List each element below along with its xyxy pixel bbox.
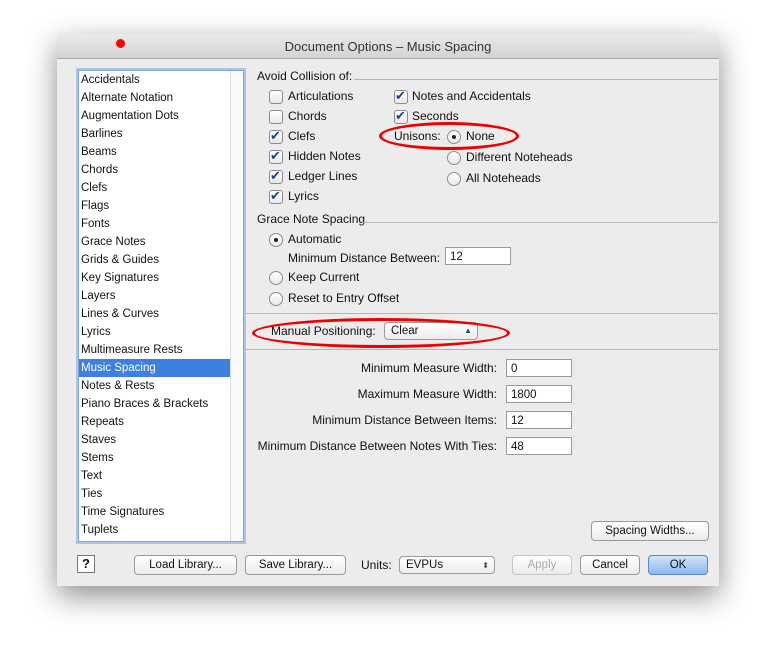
- grace-min-distance-label: Minimum Distance Between:: [288, 251, 441, 265]
- measure-field-label: Minimum Measure Width:: [360, 361, 497, 375]
- unisons-radio-all-noteheads[interactable]: [447, 172, 461, 186]
- sidebar-item[interactable]: Flags: [79, 197, 243, 215]
- checkbox-ledger-lines[interactable]: [269, 168, 283, 184]
- sidebar-item[interactable]: Ties: [79, 485, 243, 503]
- window-title: Document Options – Music Spacing: [284, 39, 492, 54]
- grace-min-distance-input[interactable]: 12: [445, 247, 511, 265]
- list-scrollbar[interactable]: [230, 71, 243, 541]
- grace-keep-current-label: Keep Current: [288, 270, 360, 284]
- sidebar-item[interactable]: Lyrics: [79, 323, 243, 341]
- ok-button[interactable]: OK: [648, 555, 708, 575]
- checkbox-label: Ledger Lines: [288, 169, 358, 183]
- checkbox-lyrics[interactable]: [269, 188, 283, 204]
- updown-arrows-icon: ⬍: [482, 561, 489, 570]
- save-library-button[interactable]: Save Library...: [245, 555, 346, 575]
- sidebar-item[interactable]: Piano Braces & Brackets: [79, 395, 243, 413]
- sidebar-item[interactable]: Grace Notes: [79, 233, 243, 251]
- sidebar-item[interactable]: Clefs: [79, 179, 243, 197]
- measure-field-label: Maximum Measure Width:: [357, 387, 497, 401]
- cancel-button[interactable]: Cancel: [580, 555, 640, 575]
- collision-heading: Avoid Collision of:: [257, 69, 353, 83]
- measure-field-input[interactable]: 1800: [506, 385, 572, 403]
- units-value: EVPUs: [406, 559, 444, 571]
- radio-label: Different Noteheads: [466, 150, 573, 164]
- document-options-window: Document Options – Music Spacing Acciden…: [57, 34, 719, 586]
- sidebar-item[interactable]: Layers: [79, 287, 243, 305]
- checkbox-hidden-notes[interactable]: [269, 148, 283, 164]
- checkbox-chords[interactable]: [269, 110, 283, 124]
- checkbox-label: Notes and Accidentals: [412, 89, 531, 103]
- sidebar-item[interactable]: Text: [79, 467, 243, 485]
- sidebar-item[interactable]: Stems: [79, 449, 243, 467]
- sidebar-item[interactable]: Music Spacing: [79, 359, 243, 377]
- annotation-oval-unisons: [379, 122, 519, 150]
- checkbox-label: Chords: [288, 109, 327, 123]
- sidebar-item[interactable]: Tuplets: [79, 521, 243, 539]
- title-bar: Document Options – Music Spacing: [57, 34, 719, 59]
- sidebar-item[interactable]: Chords: [79, 161, 243, 179]
- sidebar-item[interactable]: Multimeasure Rests: [79, 341, 243, 359]
- checkbox-label: Lyrics: [288, 189, 319, 203]
- measure-field-input[interactable]: 12: [506, 411, 572, 429]
- checkbox-label: Articulations: [288, 89, 354, 103]
- sidebar-item[interactable]: Grids & Guides: [79, 251, 243, 269]
- sidebar-item[interactable]: Notes & Rests: [79, 377, 243, 395]
- sidebar-item[interactable]: Barlines: [79, 125, 243, 143]
- radio-label: All Noteheads: [466, 171, 541, 185]
- grace-automatic-label: Automatic: [288, 232, 342, 246]
- sidebar-item[interactable]: Time Signatures: [79, 503, 243, 521]
- checkbox-label: Clefs: [288, 129, 316, 143]
- sidebar-item[interactable]: Staves: [79, 431, 243, 449]
- measure-field-input[interactable]: 0: [506, 359, 572, 377]
- grace-keep-current-radio[interactable]: [269, 271, 283, 285]
- checkbox-clefs[interactable]: [269, 128, 283, 144]
- measure-field-label: Minimum Distance Between Items:: [312, 413, 497, 427]
- load-library-button[interactable]: Load Library...: [134, 555, 237, 575]
- annotation-oval-manual-positioning: [252, 318, 510, 348]
- units-select[interactable]: EVPUs ⬍: [399, 556, 495, 574]
- sidebar-item[interactable]: Lines & Curves: [79, 305, 243, 323]
- apply-button[interactable]: Apply: [512, 555, 572, 575]
- checkbox-seconds[interactable]: [394, 108, 408, 124]
- measure-field-label: Minimum Distance Between Notes With Ties…: [257, 439, 497, 453]
- sidebar-item[interactable]: Accidentals: [79, 71, 243, 89]
- sidebar-item[interactable]: Alternate Notation: [79, 89, 243, 107]
- checkbox-label: Hidden Notes: [288, 149, 361, 163]
- checkbox-articulations[interactable]: [269, 90, 283, 104]
- grace-automatic-radio[interactable]: [269, 233, 283, 247]
- sidebar-item[interactable]: Fonts: [79, 215, 243, 233]
- units-label: Units:: [361, 558, 392, 572]
- sidebar-item[interactable]: Beams: [79, 143, 243, 161]
- grace-heading: Grace Note Spacing: [257, 212, 366, 226]
- unisons-radio-different-noteheads[interactable]: [447, 151, 461, 165]
- measure-field-input[interactable]: 48: [506, 437, 572, 455]
- grace-reset-label: Reset to Entry Offset: [288, 291, 400, 305]
- help-button[interactable]: ?: [77, 555, 95, 573]
- checkbox-notes-and-accidentals[interactable]: [394, 88, 408, 104]
- sidebar-item[interactable]: Repeats: [79, 413, 243, 431]
- sidebar-item[interactable]: Augmentation Dots: [79, 107, 243, 125]
- spacing-widths-button[interactable]: Spacing Widths...: [591, 521, 709, 541]
- grace-reset-radio[interactable]: [269, 292, 283, 306]
- sidebar-item[interactable]: Key Signatures: [79, 269, 243, 287]
- category-list[interactable]: Accidentals Alternate Notation Augmentatio…: [78, 70, 244, 542]
- checkbox-label: Seconds: [412, 109, 459, 123]
